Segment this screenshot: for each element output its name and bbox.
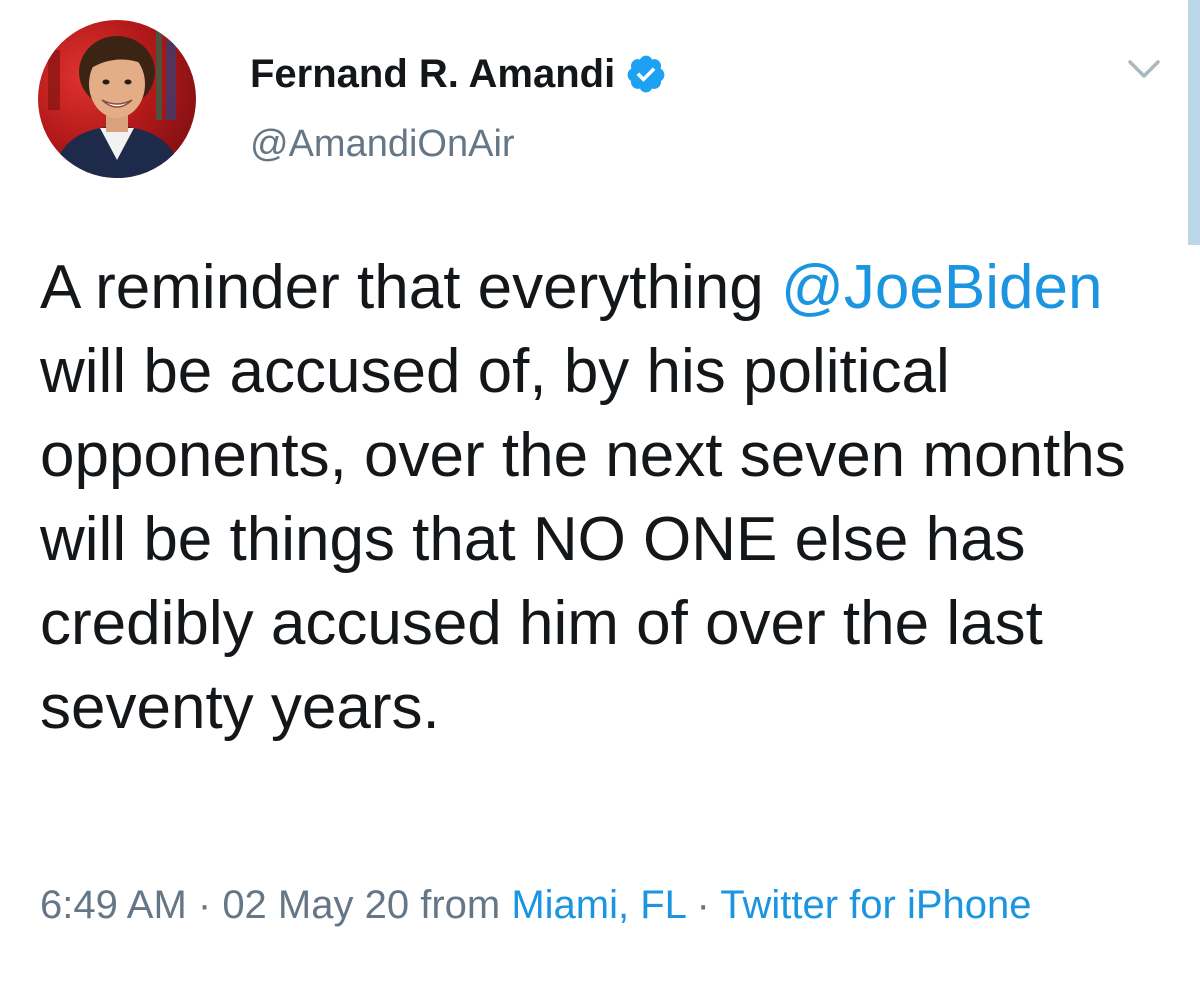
source-link[interactable]: Twitter for iPhone <box>720 883 1031 927</box>
avatar-photo <box>48 30 182 178</box>
tweet-text-start: A reminder that everything <box>40 253 764 322</box>
tweet-card: Fernand R. Amandi @AmandiOnAir A reminde… <box>0 0 1200 1008</box>
meta-separator: · <box>186 883 223 927</box>
tweet-date[interactable]: 02 May 20 <box>222 883 409 927</box>
verified-badge-icon <box>627 55 665 93</box>
tweet-meta: 6:49 AM · 02 May 20 from Miami, FL · Twi… <box>40 876 1120 934</box>
scroll-indicator[interactable] <box>1188 0 1200 245</box>
author-name[interactable]: Fernand R. Amandi <box>250 50 615 98</box>
tweet-text-rest: will be accused of, by his political opp… <box>40 337 1126 742</box>
author-name-row: Fernand R. Amandi <box>250 50 667 98</box>
meta-separator: · <box>685 883 721 927</box>
author-handle[interactable]: @AmandiOnAir <box>250 122 667 166</box>
tweet-time[interactable]: 6:49 AM <box>40 883 187 927</box>
author-block: Fernand R. Amandi @AmandiOnAir <box>250 50 667 166</box>
mention-link[interactable]: @JoeBiden <box>781 253 1102 322</box>
tweet-text: A reminder that everything @JoeBiden wil… <box>40 246 1140 750</box>
chevron-down-icon[interactable] <box>1124 54 1164 84</box>
avatar[interactable] <box>38 20 196 178</box>
from-label: from <box>409 883 512 927</box>
location-link[interactable]: Miami, FL <box>511 883 685 927</box>
